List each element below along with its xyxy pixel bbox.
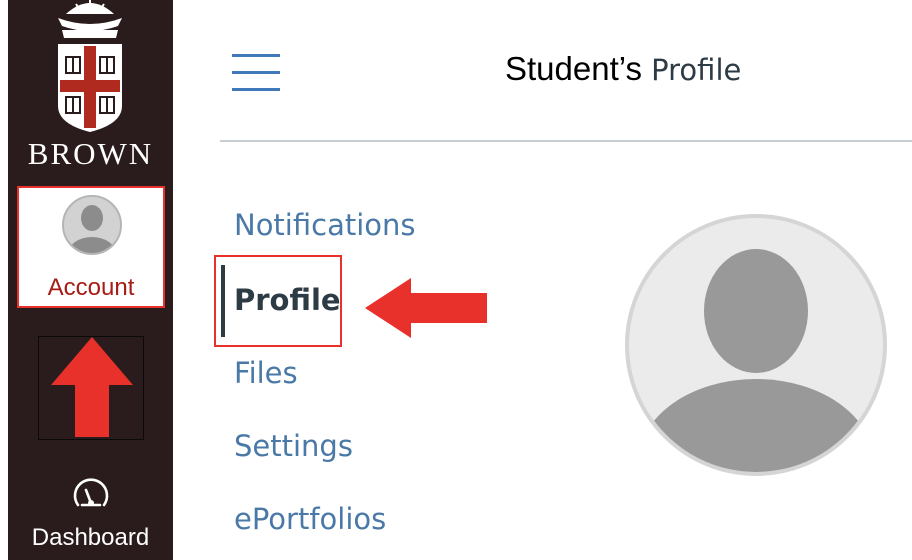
hamburger-menu-button[interactable] xyxy=(232,54,280,92)
subnav-item-notifications[interactable]: Notifications xyxy=(234,208,416,242)
left-arrow-annotation xyxy=(365,278,487,338)
subnav-item-files[interactable]: Files xyxy=(234,356,298,390)
profile-picture[interactable] xyxy=(624,213,888,477)
global-navigation: BROWN Account Dashboard xyxy=(8,0,173,560)
up-arrow-annotation xyxy=(51,337,133,437)
header-divider xyxy=(220,140,912,142)
nav-item-account[interactable]: Account xyxy=(17,186,165,308)
nav-item-dashboard-label: Dashboard xyxy=(31,524,150,551)
nav-item-account-label: Account xyxy=(47,274,135,301)
annotation-frame xyxy=(38,336,144,440)
page-title: Student’s Profile xyxy=(505,50,741,88)
brown-university-logo[interactable]: BROWN xyxy=(8,0,173,175)
annotation-highlight-box xyxy=(214,255,342,347)
user-avatar-icon xyxy=(62,195,122,255)
subnav-item-settings[interactable]: Settings xyxy=(234,429,353,463)
page-title-main: Profile xyxy=(651,53,742,87)
subnav-item-eportfolios[interactable]: ePortfolios xyxy=(234,502,386,536)
page-title-prefix: Student’s xyxy=(505,50,642,87)
dashboard-speedometer-icon xyxy=(73,478,109,507)
nav-item-dashboard[interactable]: Dashboard xyxy=(8,470,173,560)
brand-wordmark: BROWN xyxy=(27,136,154,171)
